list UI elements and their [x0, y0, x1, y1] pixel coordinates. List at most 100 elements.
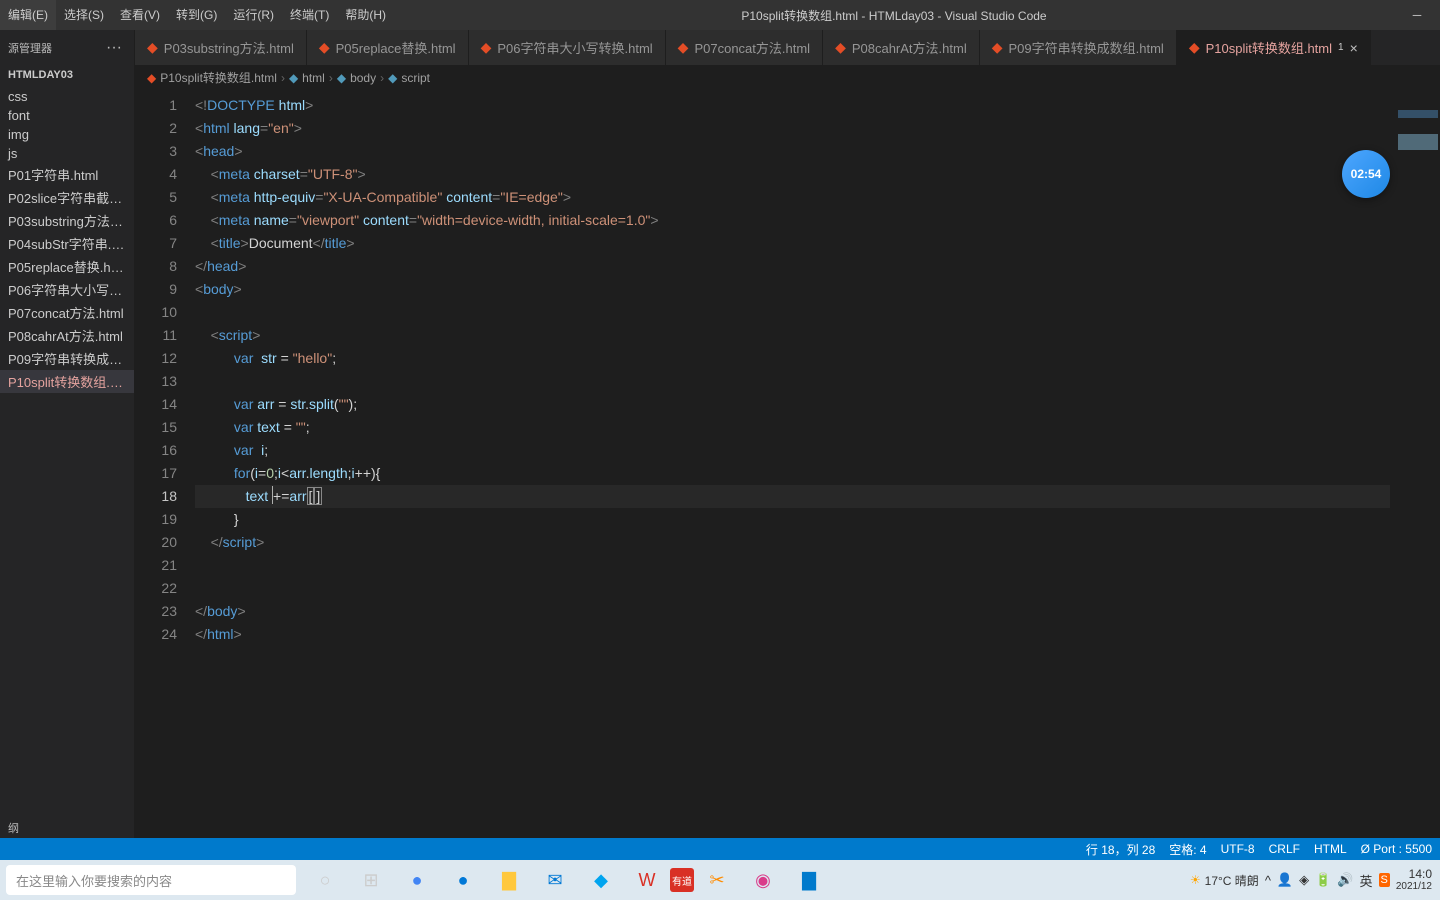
status-line-col[interactable]: 行 18，列 28: [1086, 841, 1155, 858]
cortana-icon[interactable]: ○: [302, 860, 348, 900]
weather-widget[interactable]: ☀ 17°C 晴朗: [1190, 872, 1259, 889]
file-explorer-icon[interactable]: ▇: [486, 860, 532, 900]
file-item[interactable]: img: [0, 125, 134, 144]
editor-tab[interactable]: ◆P09字符串转换成数组.html: [980, 30, 1177, 65]
network-icon[interactable]: ◈: [1299, 872, 1309, 888]
menu-go[interactable]: 转到(G): [168, 0, 225, 30]
menu-run[interactable]: 运行(R): [225, 0, 282, 30]
file-item[interactable]: P03substring方法.html: [0, 209, 134, 232]
editor-tab[interactable]: ◆ P05replace替换.html: [307, 30, 469, 65]
line-number: 2: [135, 117, 177, 140]
user-icon[interactable]: 👤: [1277, 872, 1293, 888]
ime-icon[interactable]: 英: [1359, 871, 1372, 890]
taskbar-search[interactable]: 在这里输入你要搜索的内容: [6, 865, 296, 895]
mail-icon[interactable]: ✉: [532, 860, 578, 900]
window-controls: ─: [1394, 0, 1440, 30]
status-spaces[interactable]: 空格: 4: [1169, 841, 1206, 858]
line-number: 21: [135, 554, 177, 577]
line-number: 14: [135, 393, 177, 416]
line-number: 19: [135, 508, 177, 531]
breadcrumb-body[interactable]: ◆ body: [337, 71, 376, 85]
line-number: 4: [135, 163, 177, 186]
editor-tab[interactable]: ◆P08cahrAt方法.html: [823, 30, 980, 65]
file-item[interactable]: P02slice字符串截取.ht...: [0, 186, 134, 209]
status-port[interactable]: Ø Port : 5500: [1361, 841, 1432, 858]
line-number: 20: [135, 531, 177, 554]
file-item[interactable]: font: [0, 106, 134, 125]
file-item[interactable]: P05replace替换.html: [0, 255, 134, 278]
taskbar-apps: ○ ⊞ ● ● ▇ ✉ ◆ W 有道 ✂ ◉ ▇: [302, 860, 832, 900]
file-item[interactable]: P06字符串大小写转换...: [0, 278, 134, 301]
volume-icon[interactable]: 🔊: [1337, 872, 1353, 888]
status-encoding[interactable]: UTF-8: [1221, 841, 1255, 858]
wps-icon[interactable]: W: [624, 860, 670, 900]
breadcrumb-script[interactable]: ◆ script: [388, 71, 430, 85]
line-number: 8: [135, 255, 177, 278]
project-name[interactable]: HTMLDAY03: [0, 65, 134, 85]
line-number: 22: [135, 577, 177, 600]
menu-view[interactable]: 查看(V): [112, 0, 168, 30]
line-number: 6: [135, 209, 177, 232]
snipping-icon[interactable]: ✂: [694, 860, 740, 900]
file-item[interactable]: P04subStr字符串.html: [0, 232, 134, 255]
edge-icon[interactable]: ●: [440, 860, 486, 900]
line-number: 13: [135, 370, 177, 393]
app-icon-2[interactable]: ◉: [740, 860, 786, 900]
line-number: 12: [135, 347, 177, 370]
chrome-icon[interactable]: ●: [394, 860, 440, 900]
menu-help[interactable]: 帮助(H): [337, 0, 394, 30]
battery-icon[interactable]: 🔋: [1315, 872, 1331, 888]
clock[interactable]: 14:0 2021/12: [1396, 868, 1432, 892]
chevron-up-icon[interactable]: ^: [1265, 873, 1271, 888]
menu-edit[interactable]: 编辑(E): [0, 0, 56, 30]
line-number: 23: [135, 600, 177, 623]
line-number: 15: [135, 416, 177, 439]
task-view-icon[interactable]: ⊞: [348, 860, 394, 900]
line-number: 10: [135, 301, 177, 324]
minimap[interactable]: [1390, 90, 1440, 838]
editor-tab[interactable]: ◆P10split转换数组.html 1×: [1177, 30, 1371, 65]
status-bar: 行 18，列 28 空格: 4 UTF-8 CRLF HTML Ø Port :…: [0, 838, 1440, 860]
outline-panel[interactable]: 纲: [0, 818, 134, 838]
html-file-icon: ◆: [319, 39, 330, 56]
file-item[interactable]: css: [0, 87, 134, 106]
tag-icon: ◆: [289, 71, 298, 85]
minimize-button[interactable]: ─: [1394, 0, 1440, 30]
editor-tab[interactable]: ◆P07concat方法.html: [666, 30, 823, 65]
status-eol[interactable]: CRLF: [1269, 841, 1300, 858]
menu-terminal[interactable]: 终端(T): [282, 0, 337, 30]
line-number: 3: [135, 140, 177, 163]
editor-tab[interactable]: ◆P06字符串大小写转换.html: [469, 30, 666, 65]
more-icon[interactable]: ···: [102, 39, 126, 57]
youdao-icon[interactable]: 有道: [670, 868, 694, 892]
file-item[interactable]: P01字符串.html: [0, 163, 134, 186]
sun-icon: ☀: [1190, 873, 1201, 887]
file-item[interactable]: P07concat方法.html: [0, 301, 134, 324]
line-number: 24: [135, 623, 177, 646]
line-number: 5: [135, 186, 177, 209]
close-icon[interactable]: ×: [1350, 40, 1358, 56]
file-item[interactable]: js: [0, 144, 134, 163]
html-file-icon: ◆: [835, 39, 846, 56]
breadcrumb-label: body: [350, 71, 376, 85]
breadcrumb-html[interactable]: ◆ html: [289, 71, 325, 85]
app-icon[interactable]: ◆: [578, 860, 624, 900]
tabs-bar: ◆P03substring方法.html ◆ P05replace替换.html ◆P…: [135, 30, 1440, 65]
status-lang[interactable]: HTML: [1314, 841, 1347, 858]
chevron-right-icon: ›: [380, 71, 384, 85]
line-numbers: 123456789101112131415161718192021222324: [135, 90, 195, 838]
breadcrumb-label: P10split转换数组.html: [160, 69, 277, 86]
file-item[interactable]: P09字符串转换成数组...: [0, 347, 134, 370]
file-item[interactable]: P08cahrAt方法.html: [0, 324, 134, 347]
sidebar-header: 源管理器 ···: [0, 30, 134, 65]
code-area[interactable]: <!DOCTYPE html> <html lang="en"> <head> …: [195, 90, 1390, 838]
editor-tab[interactable]: ◆P03substring方法.html: [135, 30, 307, 65]
tab-label: P05replace替换.html: [336, 38, 456, 57]
editor-body[interactable]: 123456789101112131415161718192021222324 …: [135, 90, 1440, 838]
sidebar-title: 源管理器: [8, 40, 52, 56]
file-item[interactable]: P10split转换数组.... 1: [0, 370, 134, 393]
vscode-icon[interactable]: ▇: [786, 860, 832, 900]
menu-selection[interactable]: 选择(S): [56, 0, 112, 30]
breadcrumb-file[interactable]: ◆ P10split转换数组.html: [147, 69, 277, 86]
sogou-icon[interactable]: S: [1379, 873, 1390, 887]
